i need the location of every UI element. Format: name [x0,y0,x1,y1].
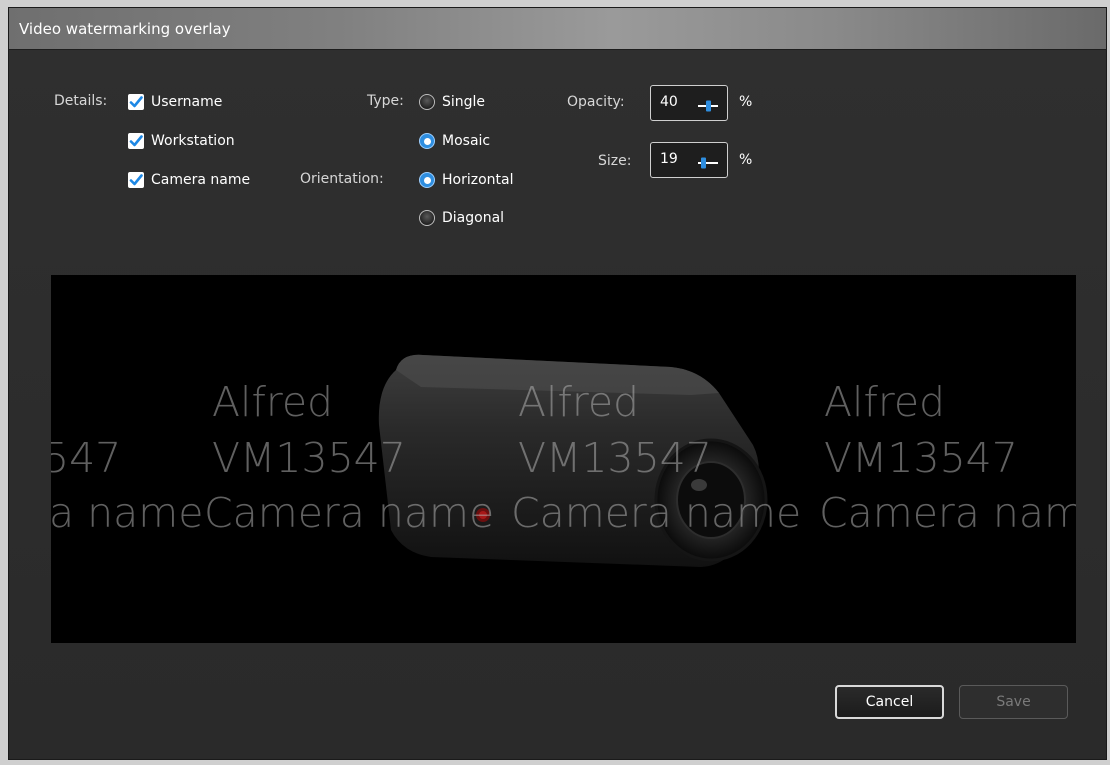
type-label: Type: [367,93,404,109]
watermark-dialog: Video watermarking overlay Details: User… [8,7,1107,760]
camera-name-checkbox[interactable]: Camera name [128,169,250,191]
watermark-workstation: VM13547 [212,434,406,482]
checkmark-icon [128,94,144,110]
size-unit: % [739,152,753,168]
watermark-username: Alfred [518,378,640,426]
size-field[interactable]: 19 [650,142,728,178]
watermark-camera-name: Camera nam [819,489,1076,537]
watermark-camera-name: Camera name [204,489,495,537]
slider-icon[interactable] [697,155,719,173]
watermark-username: Alfred [212,378,334,426]
username-checkbox[interactable]: Username [128,91,222,113]
title-bar[interactable]: Video watermarking overlay [9,8,1106,50]
orientation-horizontal-radio[interactable]: Horizontal [419,169,513,191]
watermark-workstation: 547 [51,434,122,482]
orientation-diagonal-radio[interactable]: Diagonal [419,207,504,229]
horizontal-label: Horizontal [442,172,514,188]
cancel-button[interactable]: Cancel [835,685,944,719]
dialog-content: Details: Username Workstation Camera nam… [9,50,1106,759]
watermark-preview: Alfred Alfred Alfred 547 VM13547 VM13547… [51,275,1076,643]
username-label: Username [151,94,223,110]
radio-selected-icon [419,172,435,188]
size-label: Size: [598,153,632,169]
radio-unselected-icon [419,94,435,110]
single-label: Single [442,94,486,110]
slider-icon[interactable] [697,98,719,116]
diagonal-label: Diagonal [442,210,505,226]
watermark-camera-name: a name [51,489,204,537]
radio-selected-icon [419,133,435,149]
type-mosaic-radio[interactable]: Mosaic [419,130,490,152]
orientation-label: Orientation: [300,171,384,187]
watermark-workstation: VM13547 [518,434,712,482]
opacity-field[interactable]: 40 [650,85,728,121]
radio-unselected-icon [419,210,435,226]
camera-name-label: Camera name [151,172,251,188]
workstation-checkbox[interactable]: Workstation [128,130,235,152]
watermark-camera-name: Camera name [511,489,802,537]
checkmark-icon [128,133,144,149]
workstation-label: Workstation [151,133,235,149]
mosaic-label: Mosaic [442,133,491,149]
watermark-username: Alfred [824,378,946,426]
details-label: Details: [54,93,108,109]
checkmark-icon [128,172,144,188]
type-single-radio[interactable]: Single [419,91,485,113]
size-value: 19 [660,151,678,167]
opacity-value: 40 [660,94,678,110]
save-button[interactable]: Save [959,685,1068,719]
opacity-unit: % [739,94,753,110]
watermark-workstation: VM13547 [824,434,1018,482]
opacity-label: Opacity: [567,94,625,110]
dialog-title: Video watermarking overlay [19,20,231,38]
